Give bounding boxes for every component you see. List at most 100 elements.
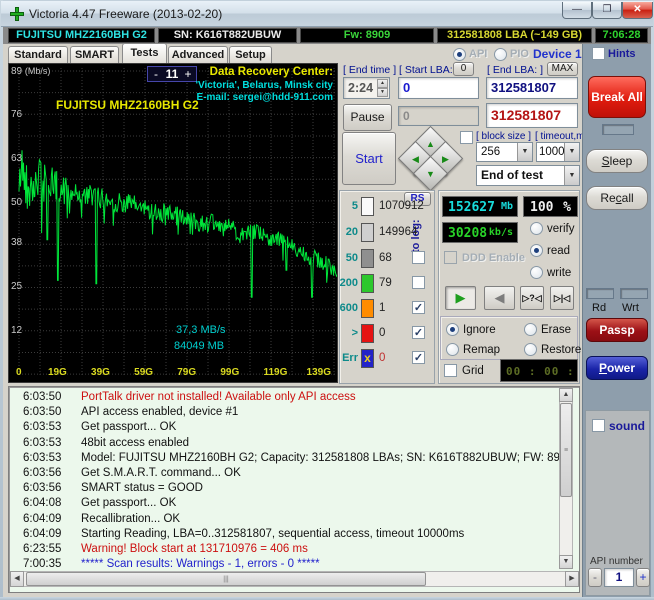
info-segment: SN: K616T882UBUW — [158, 28, 297, 43]
scroll-left-icon[interactable]: ◀ — [10, 571, 24, 587]
back-button[interactable]: ◀ — [484, 286, 515, 310]
counter-color-box — [361, 223, 374, 242]
sleep-button[interactable]: Sleep — [586, 149, 648, 173]
spinner-down-icon[interactable]: ▼ — [377, 88, 388, 97]
counter-value: 149964 — [379, 226, 418, 238]
start-lba-zero-button[interactable]: 0 — [453, 62, 474, 76]
block-size-select[interactable]: 256 ▼ — [476, 142, 533, 162]
tab-advanced[interactable]: Advanced — [168, 46, 228, 63]
speed-trace — [18, 150, 337, 298]
defect-erase-radio[interactable] — [524, 323, 537, 336]
tab-standard[interactable]: Standard — [8, 46, 68, 63]
write-led-indicator — [620, 288, 648, 299]
pio-radio[interactable] — [494, 48, 507, 61]
elapsed-timer-display: 00 : 00 : 00 — [500, 359, 596, 382]
api-number-plus-button[interactable]: + — [636, 568, 650, 587]
start-lba-label: [ Start LBA: ] — [399, 64, 459, 76]
start-lba-input[interactable]: 0 — [398, 77, 479, 99]
info-segment: 7:06:28 — [595, 28, 648, 43]
counter-value: 68 — [379, 252, 392, 264]
scroll-up-icon[interactable]: ▲ — [559, 388, 573, 402]
tab-setup[interactable]: Setup — [229, 46, 272, 63]
y-axis-top-label: 89 (Mb/s) — [11, 66, 51, 77]
tab-tests[interactable]: Tests — [122, 43, 167, 63]
read-radio[interactable] — [530, 244, 543, 257]
x-tick: 99G — [220, 367, 240, 378]
counter-log-checkbox[interactable]: ✓ — [412, 351, 425, 364]
counter-log-checkbox[interactable] — [412, 251, 425, 264]
sound-label: sound — [609, 419, 645, 433]
api-number-field[interactable]: 1 — [604, 568, 634, 587]
defect-remap-radio[interactable] — [446, 343, 459, 356]
info-segment: 312581808 LBA (~149 GB) — [437, 28, 592, 43]
write-radio[interactable] — [530, 266, 543, 279]
verify-radio[interactable] — [530, 222, 543, 235]
end-lba-field[interactable]: 312581807 — [486, 77, 578, 99]
x-tick: 19G — [47, 367, 67, 378]
counter-log-checkbox[interactable]: ✓ — [412, 326, 425, 339]
log-time: 6:03:53 — [23, 421, 62, 434]
api-number-minus-button[interactable]: - — [588, 568, 602, 587]
scroll-down-icon[interactable]: ▼ — [559, 555, 573, 569]
recall-button[interactable]: Recall — [586, 186, 648, 210]
zoom-out-button[interactable]: - — [148, 67, 164, 81]
spinner-up-icon[interactable]: ▲ — [377, 79, 388, 88]
graph-zoom-control: - 11 + — [147, 66, 197, 82]
passp-button[interactable]: Passp — [586, 318, 648, 342]
api-radio-label: API — [469, 48, 488, 60]
counter-color-box — [361, 197, 374, 216]
defect-erase-label: Erase — [541, 324, 572, 336]
counter-log-checkbox[interactable]: ✓ — [412, 301, 425, 314]
log-panel: 6:03:50 PortTalk driver not installed! Av… — [8, 386, 580, 593]
scroll-right-icon[interactable]: ▶ — [565, 571, 579, 587]
ddd-enable-checkbox[interactable] — [444, 251, 457, 264]
hscroll-thumb[interactable]: ||| — [26, 572, 426, 586]
info-segment: Fw: 8909 — [300, 28, 434, 43]
zoom-in-button[interactable]: + — [180, 67, 196, 81]
seek-edge-button[interactable]: ▷|◁ — [550, 286, 574, 310]
play-button[interactable]: ▶ — [445, 286, 476, 310]
start-button[interactable]: Start — [342, 132, 396, 185]
end-action-select[interactable]: End of test ▼ — [476, 165, 580, 186]
max-lba-button[interactable]: MAX — [547, 62, 578, 76]
y-tick: 38 — [11, 237, 23, 249]
hints-checkbox[interactable] — [592, 47, 605, 60]
pio-radio-label: PIO — [510, 48, 529, 60]
counter-log-checkbox[interactable] — [412, 276, 425, 289]
write-radio-label: write — [547, 267, 572, 279]
defect-restore-radio[interactable] — [524, 343, 537, 356]
log-time: 7:00:35 — [23, 558, 62, 571]
sound-checkbox[interactable] — [592, 419, 605, 432]
tab-smart[interactable]: SMART — [70, 46, 119, 63]
close-button[interactable]: ✕ — [622, 2, 653, 19]
break-all-button[interactable]: Break All — [588, 76, 646, 118]
end-lba-red-field[interactable]: 312581807 — [486, 103, 578, 128]
grid-checkbox[interactable] — [444, 364, 457, 377]
counter-label-200: 200 — [339, 277, 358, 289]
api-number-label: API number — [590, 556, 643, 567]
log-message: Warning! Block start at 131710976 = 406 … — [81, 543, 308, 555]
end-time-spinner[interactable]: 2:24 ▲ ▼ — [343, 77, 390, 99]
titlebar[interactable]: Victoria 4.47 Freeware (2013-02-20) — ❐ … — [1, 1, 653, 27]
counter-value: 0 — [379, 327, 386, 339]
log-message: Recallibration... OK — [81, 512, 181, 525]
log-time: 6:03:53 — [23, 436, 62, 449]
defect-ignore-radio[interactable] — [446, 323, 459, 336]
maximize-button[interactable]: ❐ — [592, 2, 622, 19]
read-led-indicator — [586, 288, 614, 299]
log-message: PortTalk driver not installed! Available… — [81, 391, 356, 403]
counter-color-box — [361, 249, 374, 268]
block-size-label: [ block size ] — [476, 131, 532, 142]
timeout-select[interactable]: 10000▼ — [536, 142, 580, 162]
seek-error-button[interactable]: ▷?◁ — [520, 286, 544, 310]
activity-indicator — [602, 124, 634, 135]
pad-option-checkbox[interactable] — [460, 131, 473, 144]
api-radio[interactable] — [453, 48, 466, 61]
vscroll-thumb[interactable]: ≡ — [560, 403, 572, 497]
minimize-button[interactable]: — — [562, 2, 592, 19]
scanned-mb-display: 152627 Mb — [442, 196, 518, 217]
log-time: 6:23:55 — [23, 543, 62, 555]
app-icon — [10, 7, 24, 21]
power-button[interactable]: Power — [586, 356, 648, 380]
pause-button[interactable]: Pause — [343, 104, 392, 131]
